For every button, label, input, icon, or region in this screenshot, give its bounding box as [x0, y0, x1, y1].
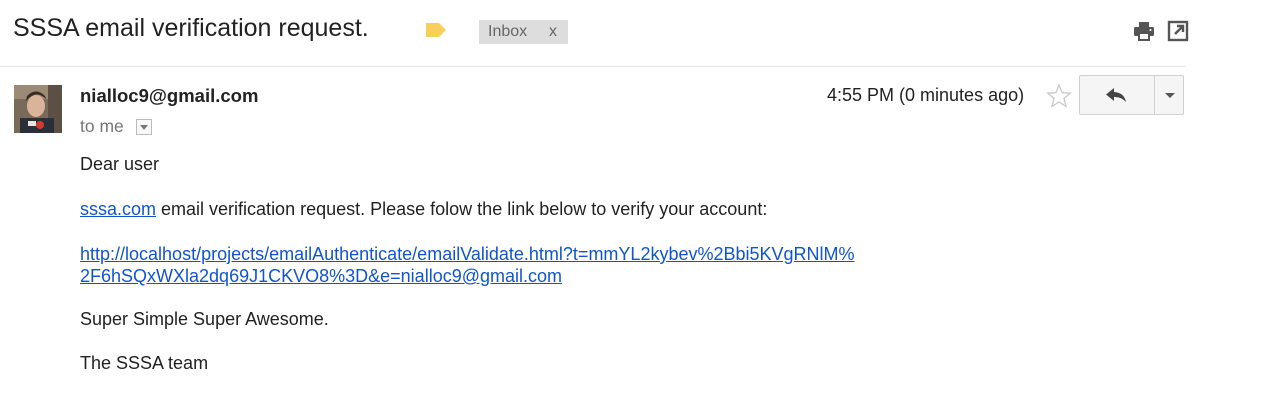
remove-label-button[interactable]: x: [549, 23, 557, 41]
star-icon[interactable]: [1046, 83, 1072, 109]
sender-email: nialloc9@gmail.com: [80, 85, 259, 106]
message-timestamp: 4:55 PM (0 minutes ago): [827, 85, 1025, 105]
verification-link-block: http://localhost/projects/emailAuthentic…: [80, 243, 855, 287]
show-details-dropdown[interactable]: [136, 119, 152, 135]
intro-paragraph: sssa.com email verification request. Ple…: [80, 199, 767, 220]
new-window-icon[interactable]: [1167, 20, 1189, 42]
reply-button-group: [1079, 75, 1184, 115]
inbox-label-text: Inbox: [488, 23, 528, 40]
reply-button[interactable]: [1080, 76, 1154, 114]
recipient-summary: to me: [80, 116, 124, 136]
print-icon[interactable]: [1133, 20, 1155, 42]
intro-text: email verification request. Please folow…: [156, 199, 768, 219]
email-subject: SSSA email verification request.: [13, 14, 369, 42]
verification-link-line2: 2F6hSQxWXla2dq69J1CKVO8%3D&e=nialloc9@gm…: [80, 266, 563, 286]
reply-icon: [1106, 88, 1126, 102]
sender-avatar: [14, 85, 62, 133]
sssa-link[interactable]: sssa.com: [80, 199, 156, 219]
greeting: Dear user: [80, 154, 160, 174]
more-options-button[interactable]: [1154, 76, 1184, 114]
signature: The SSSA team: [80, 353, 209, 373]
label-icon[interactable]: [425, 22, 447, 38]
inbox-label-chip: Inbox x: [479, 20, 568, 44]
tagline: Super Simple Super Awesome.: [80, 309, 329, 329]
subject-bar: SSSA email verification request. Inbox x: [0, 0, 1189, 67]
verification-link-line1: http://localhost/projects/emailAuthentic…: [80, 244, 855, 264]
verification-link[interactable]: http://localhost/projects/emailAuthentic…: [80, 244, 855, 286]
